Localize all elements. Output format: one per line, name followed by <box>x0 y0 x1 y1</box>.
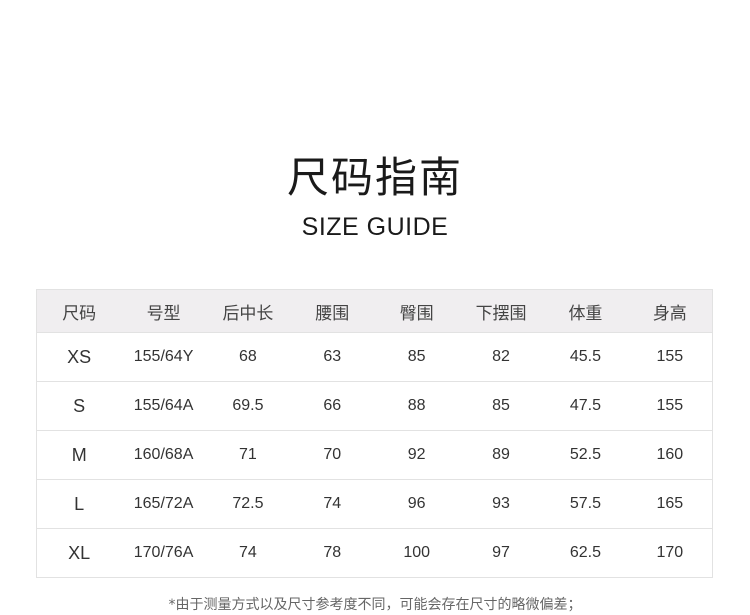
cell-model: 165/72A <box>121 479 206 529</box>
cell-back-length: 71 <box>205 430 291 480</box>
cell-waist: 70 <box>290 430 375 480</box>
cell-hip: 100 <box>374 528 459 577</box>
cell-hem: 82 <box>458 332 544 382</box>
cell-hip: 88 <box>374 381 459 431</box>
cell-back-length: 74 <box>205 528 291 577</box>
cell-size: XS <box>37 332 122 382</box>
cell-weight: 47.5 <box>543 381 628 431</box>
size-table: 尺码 号型 后中长 腰围 臀围 下摆围 体重 身高 XS 155/64Y 68 … <box>37 290 712 577</box>
cell-model: 155/64Y <box>121 332 206 382</box>
cell-weight: 45.5 <box>543 332 628 382</box>
cell-model: 170/76A <box>121 528 206 577</box>
header-weight: 体重 <box>543 290 628 333</box>
table-row: L 165/72A 72.5 74 96 93 57.5 165 <box>37 479 712 529</box>
cell-height: 170 <box>627 528 712 577</box>
cell-hem: 97 <box>458 528 544 577</box>
page-title: 尺码指南 <box>286 153 463 202</box>
cell-weight: 62.5 <box>543 528 628 577</box>
header-height: 身高 <box>627 290 712 333</box>
cell-hip: 92 <box>374 430 459 480</box>
header-back-length: 后中长 <box>205 290 291 333</box>
cell-size: XL <box>37 528 122 577</box>
cell-height: 155 <box>627 332 712 382</box>
cell-hip: 85 <box>374 332 459 382</box>
table-row: XL 170/76A 74 78 100 97 62.5 170 <box>37 528 712 577</box>
cell-size: L <box>37 479 122 529</box>
cell-weight: 57.5 <box>543 479 628 529</box>
cell-height: 160 <box>627 430 712 480</box>
header-waist: 腰围 <box>290 290 375 333</box>
page-subtitle: SIZE GUIDE <box>301 213 449 241</box>
table-header-row: 尺码 号型 后中长 腰围 臀围 下摆围 体重 身高 <box>37 290 712 333</box>
size-table-container: 尺码 号型 后中长 腰围 臀围 下摆围 体重 身高 XS 155/64Y 68 … <box>36 289 713 578</box>
cell-model: 160/68A <box>121 430 206 480</box>
cell-hem: 89 <box>458 430 544 480</box>
cell-weight: 52.5 <box>543 430 628 480</box>
header-model: 号型 <box>121 290 206 333</box>
header-hip: 臀围 <box>374 290 459 333</box>
cell-back-length: 68 <box>205 332 291 382</box>
table-row: M 160/68A 71 70 92 89 52.5 160 <box>37 430 712 480</box>
header-size: 尺码 <box>37 290 122 333</box>
cell-back-length: 72.5 <box>205 479 291 529</box>
cell-height: 165 <box>627 479 712 529</box>
cell-hem: 93 <box>458 479 544 529</box>
cell-height: 155 <box>627 381 712 431</box>
table-row: S 155/64A 69.5 66 88 85 47.5 155 <box>37 381 712 431</box>
cell-waist: 78 <box>290 528 375 577</box>
cell-model: 155/64A <box>121 381 206 431</box>
table-row: XS 155/64Y 68 63 85 82 45.5 155 <box>37 332 712 382</box>
cell-back-length: 69.5 <box>205 381 291 431</box>
cell-hem: 85 <box>458 381 544 431</box>
cell-size: S <box>37 381 122 431</box>
footnote: *由于测量方式以及尺寸参考度不同，可能会存在尺寸的略微偏差； <box>168 597 582 613</box>
header-hem: 下摆围 <box>458 290 544 333</box>
cell-waist: 63 <box>290 332 375 382</box>
cell-size: M <box>37 430 122 480</box>
cell-hip: 96 <box>374 479 459 529</box>
cell-waist: 74 <box>290 479 375 529</box>
cell-waist: 66 <box>290 381 375 431</box>
